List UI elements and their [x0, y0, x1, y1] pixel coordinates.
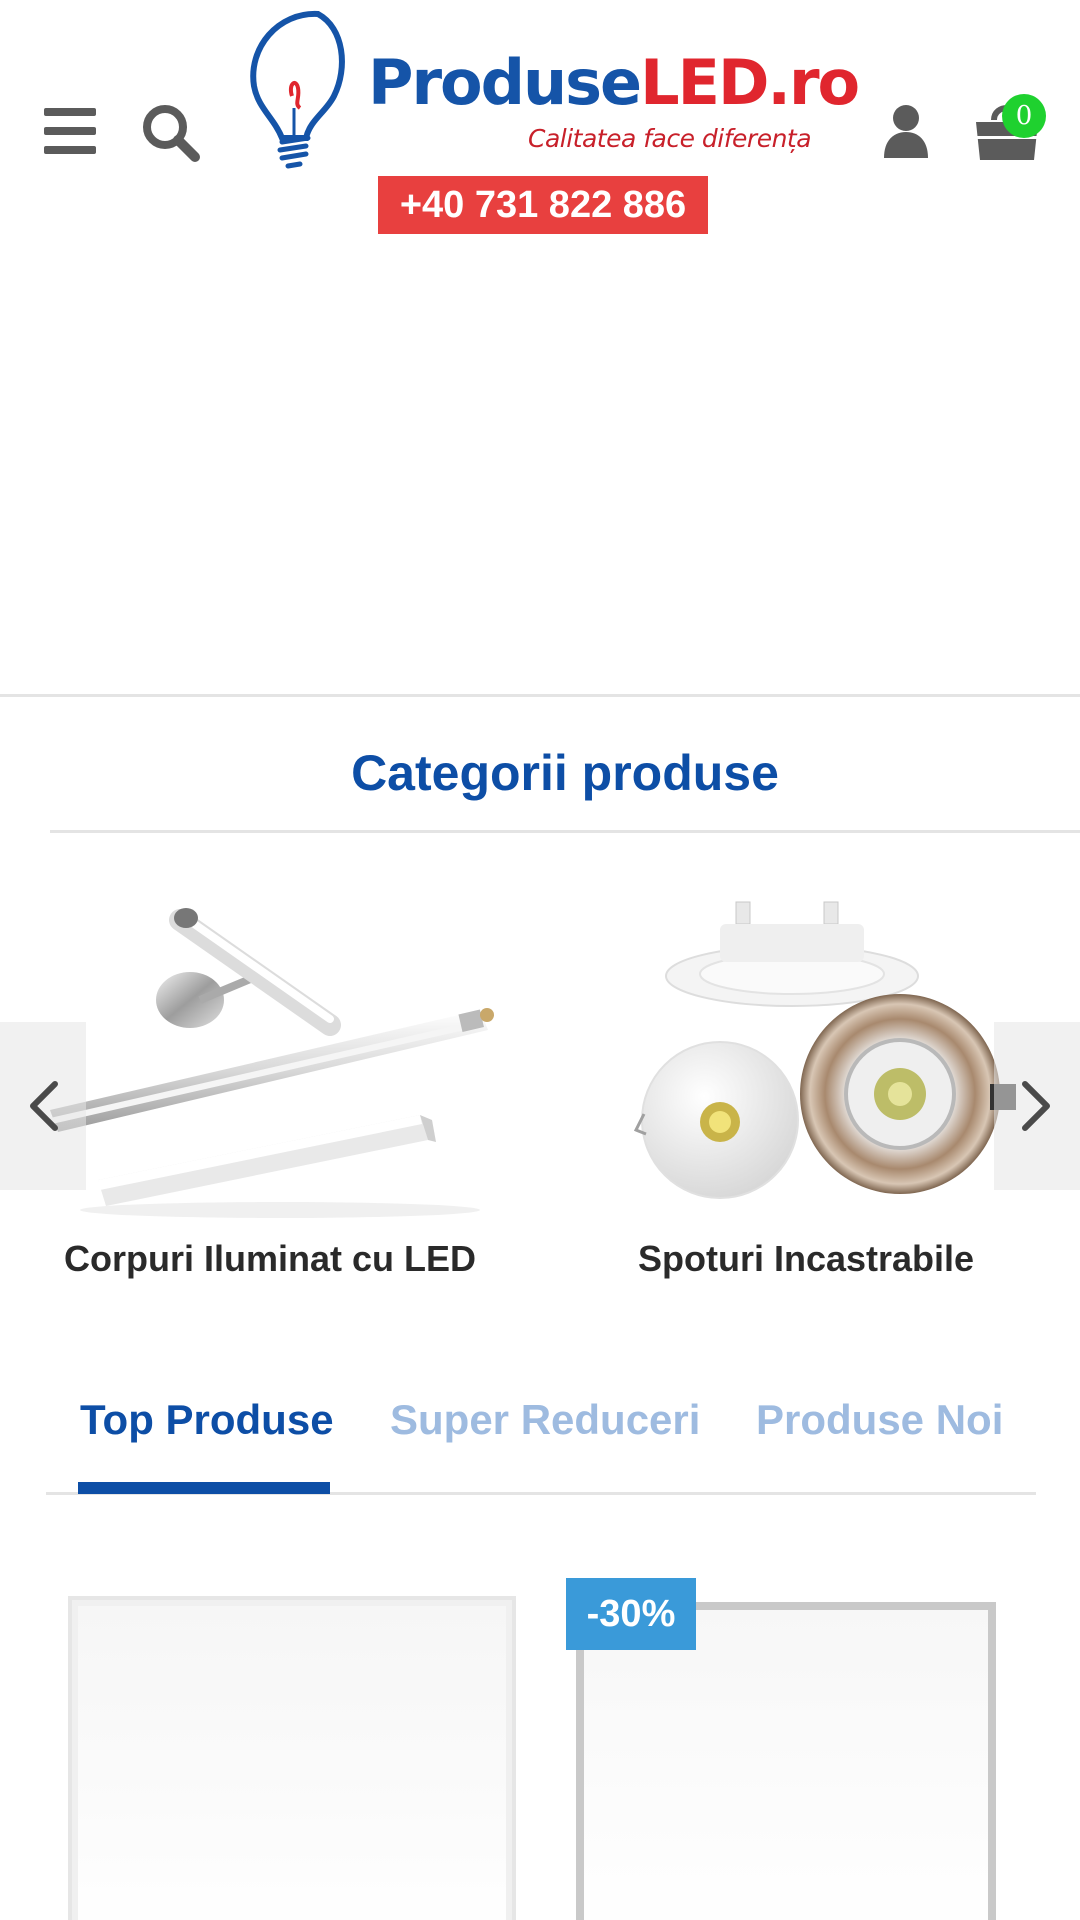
phone-button[interactable]: +40 731 822 886 [378, 176, 708, 234]
site-logo[interactable]: ProduseLED.ro Calitatea face diferența [248, 8, 860, 178]
recessed-spotlights-image [633, 901, 1016, 1199]
logo-name-part1: Produse [368, 46, 642, 119]
category-label: Spoturi Incastrabile [638, 1238, 975, 1279]
carousel-prev-button[interactable] [0, 1022, 86, 1190]
chevron-right-icon [1022, 1081, 1050, 1131]
user-icon[interactable] [882, 104, 930, 160]
category-card-recessed-spotlights[interactable]: Spoturi Incastrabile [610, 880, 1030, 1300]
product-card[interactable] [68, 1596, 516, 1920]
divider [0, 694, 1080, 697]
hero-banner [0, 250, 1080, 694]
menu-icon[interactable] [44, 108, 96, 154]
logo-wordmark: ProduseLED.ro [368, 52, 860, 114]
tab-super-reduceri[interactable]: Super Reduceri [390, 1396, 700, 1444]
categories-title: Categorii produse [351, 745, 779, 801]
divider [50, 830, 1080, 833]
bulb-icon [250, 10, 345, 169]
product-tabs: Top Produse Super Reduceri Produse Noi [46, 1380, 1036, 1496]
category-card-led-fixtures[interactable]: Corpuri Iluminat cu LED [40, 880, 540, 1300]
led-panel-image [68, 1596, 516, 1920]
carousel-next-button[interactable] [994, 1022, 1080, 1190]
page: ProduseLED.ro Calitatea face diferența 0… [0, 0, 1080, 1920]
logo-tagline: Calitatea face diferența [528, 124, 812, 153]
active-tab-indicator [78, 1482, 330, 1494]
search-icon[interactable] [140, 102, 202, 164]
cart-count-badge: 0 [1002, 94, 1046, 138]
category-label: Corpuri Iluminat cu LED [64, 1238, 477, 1279]
discount-badge: -30% [566, 1578, 696, 1650]
logo-name-part2: LED.ro [640, 46, 860, 119]
tab-top-produse[interactable]: Top Produse [80, 1396, 334, 1444]
tab-produse-noi[interactable]: Produse Noi [756, 1396, 1003, 1444]
site-header: ProduseLED.ro Calitatea face diferența 0… [0, 0, 1080, 250]
chevron-left-icon [30, 1081, 58, 1131]
led-fixtures-image [50, 908, 494, 1218]
